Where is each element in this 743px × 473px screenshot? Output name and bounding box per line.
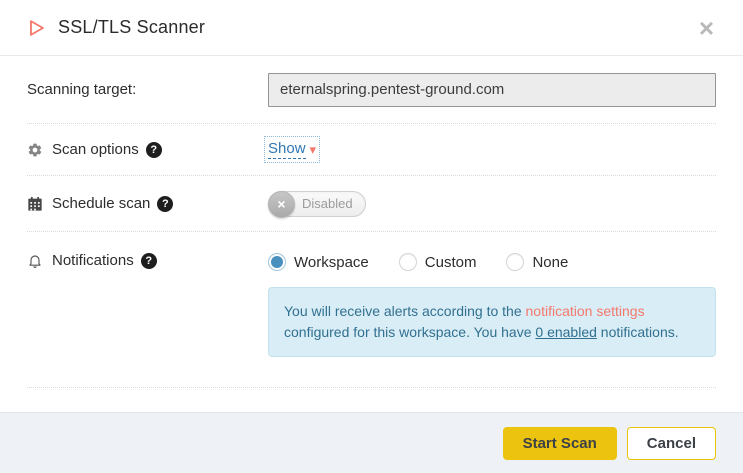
- bell-icon: [27, 253, 43, 269]
- notification-info-box: You will receive alerts according to the…: [268, 287, 716, 357]
- modal-footer: Start Scan Cancel: [0, 412, 743, 473]
- modal-header: SSL/TLS Scanner ×: [0, 0, 743, 56]
- scanning-target-input[interactable]: [268, 73, 716, 107]
- radio-none[interactable]: None: [506, 253, 568, 271]
- modal-body: Scanning target: Scan options ? Show ▾: [0, 56, 743, 412]
- help-icon[interactable]: ?: [146, 142, 162, 158]
- scan-options-label: Scan options: [52, 141, 139, 158]
- chevron-down-icon: ▾: [310, 143, 317, 156]
- notifications-row: Notifications ? Workspace Custom None: [27, 232, 716, 388]
- ssl-tls-scanner-modal: SSL/TLS Scanner × Scanning target: Scan …: [0, 0, 743, 473]
- radio-custom[interactable]: Custom: [399, 253, 477, 271]
- toggle-state-label: Disabled: [302, 196, 365, 211]
- notification-radio-group: Workspace Custom None: [268, 252, 716, 271]
- cancel-button[interactable]: Cancel: [627, 427, 716, 460]
- close-icon[interactable]: ×: [695, 13, 718, 43]
- scanning-target-row: Scanning target:: [27, 56, 716, 124]
- show-link-text[interactable]: Show: [268, 140, 306, 160]
- radio-icon[interactable]: [399, 253, 417, 271]
- scanning-target-label: Scanning target:: [27, 81, 136, 98]
- schedule-toggle[interactable]: × Disabled: [268, 191, 366, 217]
- schedule-scan-label: Schedule scan: [52, 195, 150, 212]
- radio-icon[interactable]: [268, 253, 286, 271]
- help-icon[interactable]: ?: [157, 196, 173, 212]
- notification-settings-link[interactable]: notification settings: [526, 303, 645, 319]
- toggle-x-icon: ×: [268, 191, 295, 218]
- page-title: SSL/TLS Scanner: [58, 17, 205, 38]
- calendar-icon: [27, 196, 43, 212]
- help-icon[interactable]: ?: [141, 253, 157, 269]
- gear-icon: [27, 142, 43, 158]
- radio-workspace[interactable]: Workspace: [268, 253, 369, 271]
- info-text: You will receive alerts according to the: [284, 303, 526, 319]
- scan-options-row: Scan options ? Show ▾: [27, 124, 716, 176]
- play-icon: [25, 17, 47, 39]
- info-text: configured for this workspace. You have: [284, 324, 535, 340]
- schedule-scan-row: Schedule scan ? × Disabled: [27, 176, 716, 232]
- show-options-link[interactable]: Show ▾: [268, 140, 316, 160]
- notifications-label: Notifications: [52, 252, 134, 269]
- info-text: notifications.: [597, 324, 679, 340]
- start-scan-button[interactable]: Start Scan: [503, 427, 617, 460]
- scanning-target-label-wrap: Scanning target:: [27, 81, 268, 98]
- radio-icon[interactable]: [506, 253, 524, 271]
- enabled-notifications-link[interactable]: 0 enabled: [535, 324, 597, 340]
